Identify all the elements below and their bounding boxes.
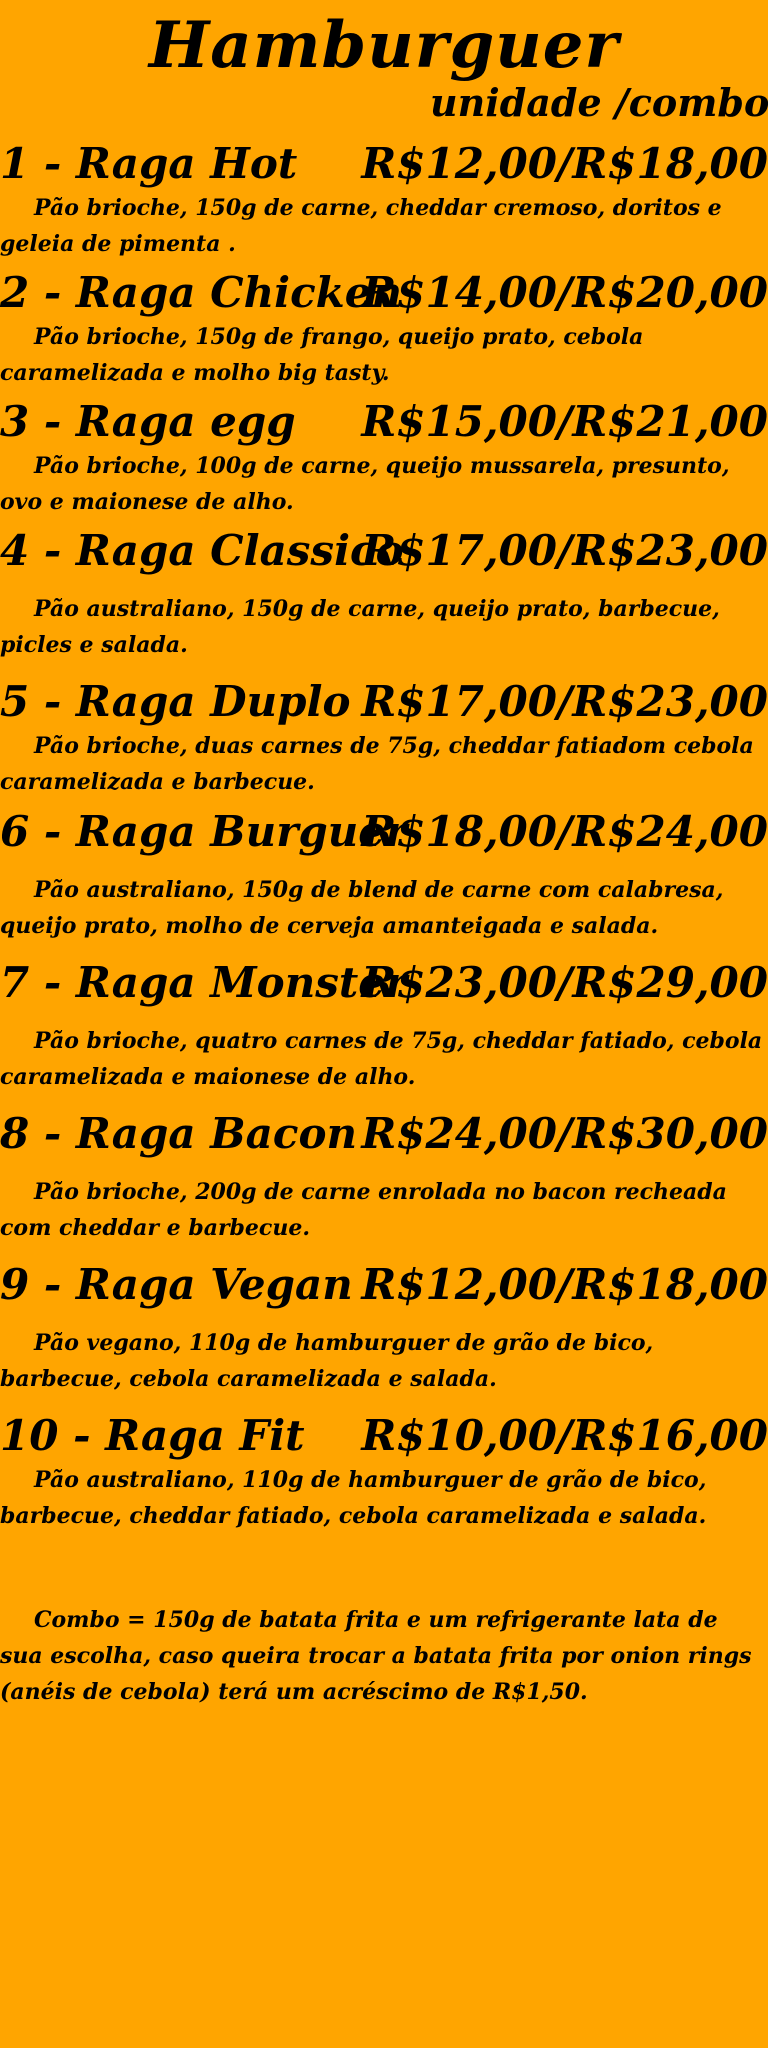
item-name: 3 - Raga egg (0, 397, 296, 446)
menu-page: Hamburguer unidade /combo 1 - Raga Hot R… (0, 0, 768, 2048)
item-name: 4 - Raga Classico (0, 526, 404, 575)
item-name: 1 - Raga Hot (0, 139, 298, 188)
item-description: Pão brioche, 150g de frango, queijo prat… (0, 324, 644, 386)
item-price: R$12,00/R$18,00 (361, 139, 768, 188)
item-price: R$17,00/R$23,00 (361, 526, 768, 575)
menu-item: 4 - Raga Classico R$17,00/R$23,00 Pão au… (0, 525, 768, 663)
item-price: R$18,00/R$24,00 (361, 807, 768, 856)
item-description: Pão vegano, 110g de hamburguer de grão d… (0, 1330, 654, 1392)
item-description: Pão brioche, 150g de carne, cheddar crem… (0, 195, 722, 257)
item-description: Pão brioche, duas carnes de 75g, cheddar… (0, 733, 754, 795)
menu-item: 10 - Raga Fit R$10,00/R$16,00 Pão austra… (0, 1410, 768, 1534)
item-description: Pão brioche, quatro carnes de 75g, chedd… (0, 1028, 763, 1090)
menu-item: 5 - Raga Duplo R$17,00/R$23,00 Pão brioc… (0, 676, 768, 800)
item-name: 2 - Raga Chicken (0, 268, 403, 317)
item-description: Pão australiano, 150g de carne, queijo p… (0, 596, 720, 658)
item-price: R$12,00/R$18,00 (361, 1260, 768, 1309)
item-price: R$15,00/R$21,00 (361, 397, 768, 446)
menu-item: 1 - Raga Hot R$12,00/R$18,00 Pão brioche… (0, 138, 768, 262)
item-name: 9 - Raga Vegan (0, 1260, 353, 1309)
item-description: Pão brioche, 100g de carne, queijo mussa… (0, 453, 730, 515)
item-description: Pão brioche, 200g de carne enrolada no b… (0, 1179, 727, 1241)
menu-item: 6 - Raga Burguer R$18,00/R$24,00 Pão aus… (0, 806, 768, 944)
menu-item: 7 - Raga Monster R$23,00/R$29,00 Pão bri… (0, 957, 768, 1095)
menu-item: 8 - Raga Bacon R$24,00/R$30,00 Pão brioc… (0, 1108, 768, 1246)
item-price: R$24,00/R$30,00 (361, 1109, 768, 1158)
item-price: R$17,00/R$23,00 (361, 677, 768, 726)
item-name: 7 - Raga Monster (0, 958, 408, 1007)
item-name: 8 - Raga Bacon (0, 1109, 358, 1158)
item-price: R$23,00/R$29,00 (361, 958, 768, 1007)
menu-item: 3 - Raga egg R$15,00/R$21,00 Pão brioche… (0, 396, 768, 520)
item-name: 5 - Raga Duplo (0, 677, 351, 726)
menu-subtitle: unidade /combo (430, 80, 768, 125)
item-description: Pão australiano, 150g de blend de carne … (0, 877, 724, 939)
menu-item: 2 - Raga Chicken R$14,00/R$20,00 Pão bri… (0, 267, 768, 391)
menu-title: Hamburguer (148, 8, 620, 83)
menu-item: 9 - Raga Vegan R$12,00/R$18,00 Pão vegan… (0, 1259, 768, 1397)
item-name: 10 - Raga Fit (0, 1411, 305, 1460)
item-description: Pão australiano, 110g de hamburguer de g… (0, 1467, 707, 1529)
combo-note: Combo = 150g de batata frita e um refrig… (0, 1607, 752, 1705)
item-name: 6 - Raga Burguer (0, 807, 408, 856)
item-price: R$10,00/R$16,00 (361, 1411, 768, 1460)
item-price: R$14,00/R$20,00 (361, 268, 768, 317)
